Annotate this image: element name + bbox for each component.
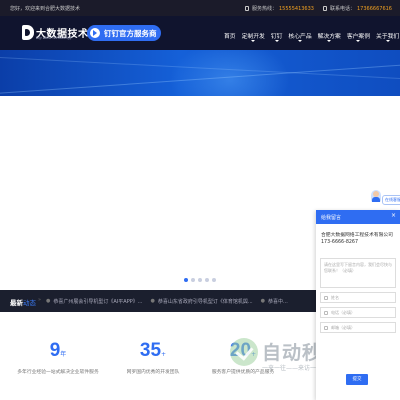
check-circle-icon [230, 338, 258, 366]
news-separator: » [38, 297, 42, 303]
nav-item[interactable]: 关于我们 [373, 31, 400, 42]
bullet-icon: ● [46, 298, 51, 304]
stat-desc: 多年行业经验一站式解决企业软件服务 [17, 370, 99, 375]
phone-number[interactable]: 17366667616 [357, 6, 392, 12]
nav-item[interactable]: 核心产品 [285, 31, 314, 42]
site-logo[interactable]: 大数据技术 Big Data Technology [22, 25, 88, 43]
news-items: ● 恭喜广州展会引导机型订《AI平APP》... ● 恭喜山东省政府引导机型订《体育馆… [46, 298, 296, 305]
slider-dot[interactable] [198, 278, 202, 282]
news-item[interactable]: 恭喜广州展会引导机型订《AI平APP》... [53, 298, 142, 305]
message-textarea[interactable]: 请在这里写下留言内容，我们会尽快与您联系！（必填） [320, 258, 396, 288]
news-label-sub: 动态 [23, 299, 36, 307]
chevron-down-icon [251, 40, 256, 42]
phone-label: 联系电话： [329, 6, 355, 12]
phone-icon [324, 310, 328, 315]
panel-company: 合肥大数据网络工程技术有限公司173-6666-8267 [321, 233, 393, 245]
bullet-icon: ● [150, 298, 155, 304]
chevron-down-icon [385, 40, 390, 42]
news-item[interactable]: 恭喜中... [268, 298, 288, 305]
phone-field[interactable]: 电话（必填） [320, 307, 396, 318]
top-bar: 您好，欢迎来到合肥大数据技术 服务热线： 15555413633 联系电话： 1… [0, 0, 400, 16]
mail-icon [324, 325, 328, 330]
submit-button[interactable]: 提交 [346, 374, 368, 385]
bullet-icon: ● [260, 298, 266, 304]
slider-dot[interactable] [212, 278, 216, 282]
hero-banner[interactable] [0, 50, 400, 96]
news-label: 最新动态 [10, 297, 36, 307]
chevron-down-icon [274, 40, 279, 42]
hotline-label: 服务热线： [251, 6, 277, 12]
service-avatar-icon [371, 190, 381, 202]
phone-icon [244, 6, 249, 11]
slider-dot[interactable] [205, 278, 209, 282]
chevron-down-icon [356, 40, 361, 42]
online-service-float[interactable]: 在线客服 [368, 190, 400, 212]
slider-dot[interactable] [191, 278, 195, 282]
site-header: 大数据技术 Big Data Technology 钉钉官方服务商 首页 定制开发… [0, 16, 400, 50]
message-panel: 给我留言 × 合肥大数据网络工程技术有限公司173-6666-8267 请在这里… [316, 210, 400, 400]
hotline-number[interactable]: 15555413633 [279, 6, 314, 12]
stat-unit: 年 [60, 351, 67, 358]
nav-item[interactable]: 客户案例 [344, 31, 373, 42]
stat-team: 35+ 网罗国内优秀的开发团队 [108, 340, 198, 375]
close-icon[interactable]: × [391, 213, 396, 219]
welcome-text: 您好，欢迎来到合肥大数据技术 [10, 6, 81, 12]
stat-years: 9年 多年行业经验一站式解决企业软件服务 [8, 340, 108, 375]
logo-subtitle: Big Data Technology [36, 36, 72, 40]
service-tag: 在线客服 [382, 195, 400, 205]
chevron-down-icon [327, 40, 332, 42]
mobile-icon [322, 6, 327, 11]
panel-title: 给我留言 [321, 215, 342, 221]
slider-dot[interactable] [184, 278, 188, 282]
email-field[interactable]: 邮箱（必填） [320, 322, 396, 333]
dingtalk-icon [90, 28, 100, 38]
nav-item[interactable]: 解决方案 [315, 31, 344, 42]
main-nav: 首页 定制开发 钉钉 核心产品 解决方案 客户案例 关于我们 [224, 31, 400, 42]
slider-dots [184, 278, 216, 282]
stat-unit: + [161, 351, 167, 358]
news-label-main: 最新 [10, 299, 23, 307]
stat-number: 9 [49, 340, 61, 361]
nav-item[interactable]: 定制开发 [239, 31, 268, 42]
dingtalk-partner-badge[interactable]: 钉钉官方服务商 [87, 25, 161, 41]
top-contacts: 服务热线： 15555413633 联系电话： 17366667616 [244, 5, 392, 12]
user-icon [324, 295, 328, 300]
phone-field-placeholder: 电话（必填） [331, 309, 355, 315]
nav-item[interactable]: 钉钉 [268, 31, 286, 42]
panel-header: 给我留言 × [316, 210, 400, 224]
name-field[interactable]: 姓名 [320, 292, 396, 303]
logo-mark-icon [22, 25, 34, 40]
chevron-down-icon [298, 40, 303, 42]
nav-item[interactable]: 首页 [224, 31, 239, 40]
badge-label: 钉钉官方服务商 [104, 28, 157, 38]
email-field-placeholder: 邮箱（必填） [331, 324, 355, 330]
stat-number: 35 [139, 340, 162, 361]
name-field-placeholder: 姓名 [331, 294, 339, 300]
stat-desc: 网罗国内优秀的开发团队 [126, 370, 180, 375]
news-item[interactable]: 恭喜山东省政府引导机型订《体育馆机舆... [158, 298, 253, 305]
